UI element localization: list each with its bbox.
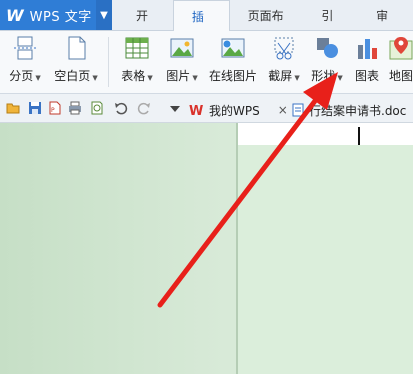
annotation-arrow <box>157 72 338 308</box>
